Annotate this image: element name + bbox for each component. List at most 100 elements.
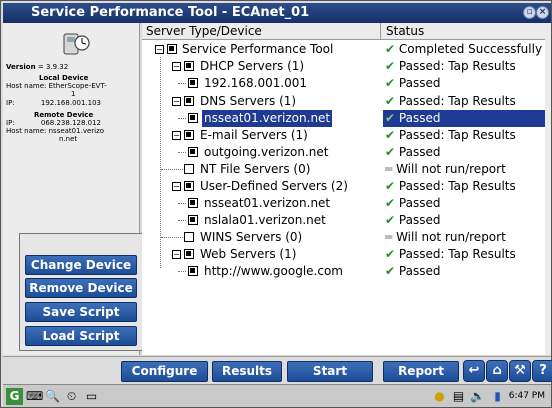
collapse-icon[interactable]: − (155, 45, 164, 54)
table-row[interactable]: − User-Defined Servers (2) ✔ Passed: Tap… (142, 178, 545, 195)
device-clock-small-icon[interactable]: ⏲ (63, 388, 80, 405)
dash-icon: ═ (385, 162, 393, 176)
app-window: Service Performance Tool - ECAnet_01 ▫ ×… (0, 0, 552, 408)
row-name: nsseat01.verizon.net (204, 196, 331, 210)
table-scrollbar[interactable] (545, 23, 551, 355)
row-checkbox[interactable] (184, 96, 194, 106)
remote-ip-value: 068.238.128.012 (40, 119, 102, 127)
row-checkbox[interactable] (184, 181, 194, 191)
remote-host-value: nsseat01.verizo (48, 127, 105, 135)
table-header: Server Type/Device Status (142, 23, 545, 40)
server-tree-table: Server Type/Device Status − Service Perf… (142, 23, 545, 355)
row-checkbox[interactable] (188, 198, 198, 208)
table-row[interactable]: − DHCP Servers (1) ✔ Passed: Tap Results (142, 58, 545, 75)
row-status: ✔ Passed: Tap Results (385, 128, 516, 142)
magnifier-icon[interactable]: 🔍 (44, 388, 61, 405)
collapse-icon[interactable]: − (172, 131, 181, 140)
device-clock-icon (63, 33, 90, 55)
row-checkbox[interactable] (184, 61, 194, 71)
table-row-selected[interactable]: nsseat01.verizon.net ✔ Passed (142, 110, 545, 127)
table-row[interactable]: NT File Servers (0) ═ Will not run/repor… (142, 161, 545, 178)
device-script-button-group: Change Device Remove Device Save Script … (19, 233, 143, 351)
minimize-icon[interactable]: ▫ (523, 6, 536, 19)
row-status: ✔ Passed (385, 196, 441, 210)
bottom-toolbar: Configure Results Start Report ↩ ⌂ ⚒ ? (3, 356, 552, 383)
load-script-button[interactable]: Load Script (25, 326, 137, 346)
table-row[interactable]: − E-mail Servers (1) ✔ Passed: Tap Resul… (142, 127, 545, 144)
row-name: DNS Servers (1) (200, 94, 297, 108)
column-header-status[interactable]: Status (383, 23, 424, 39)
row-checkbox[interactable] (188, 147, 198, 157)
save-script-button[interactable]: Save Script (25, 302, 137, 322)
local-host-value-cont: 1 (71, 90, 76, 98)
battery-icon: ▮ (494, 389, 501, 403)
checkmark-icon: ✔ (385, 264, 396, 278)
window-icon[interactable]: ▭ (83, 388, 100, 405)
row-checkbox[interactable] (184, 164, 194, 174)
configure-button[interactable]: Configure (121, 361, 208, 382)
row-status: ✔ Passed (385, 145, 441, 159)
help-button[interactable]: ? (532, 360, 552, 382)
checkmark-icon: ✔ (385, 76, 396, 90)
dash-icon: ═ (385, 230, 393, 244)
remote-ip-label: IP: (6, 119, 15, 127)
checkmark-icon: ✔ (385, 179, 396, 193)
table-row[interactable]: nsseat01.verizon.net ✔ Passed (142, 195, 545, 212)
row-name: 192.168.001.001 (204, 76, 308, 90)
row-name: E-mail Servers (1) (200, 128, 308, 142)
row-checkbox[interactable] (188, 215, 198, 225)
home-icon[interactable]: ⌂ (486, 360, 508, 382)
row-checkbox[interactable] (188, 113, 198, 123)
row-checkbox[interactable] (188, 78, 198, 88)
table-row[interactable]: − Service Performance Tool ✔ Completed S… (142, 41, 545, 58)
table-row[interactable]: outgoing.verizon.net ✔ Passed (142, 144, 545, 161)
collapse-icon[interactable]: − (172, 250, 181, 259)
column-header-server-type[interactable]: Server Type/Device (143, 23, 381, 40)
checkmark-icon: ✔ (385, 128, 396, 142)
row-name: WINS Servers (0) (200, 230, 303, 244)
close-icon[interactable]: × (536, 6, 549, 19)
row-status: ✔ Passed: Tap Results (385, 94, 516, 108)
row-status: ✔ Passed: Tap Results (385, 247, 516, 261)
row-status: ✔ Passed (385, 213, 441, 227)
row-name: User-Defined Servers (2) (200, 179, 348, 193)
row-checkbox[interactable] (167, 44, 177, 54)
speaker-icon[interactable]: 🔈 (469, 388, 486, 405)
checkmark-icon: ✔ (385, 42, 396, 56)
row-status: ✔ Passed (385, 76, 441, 90)
row-checkbox[interactable] (188, 266, 198, 276)
tools-icon[interactable]: ⚒ (509, 360, 531, 382)
keyboard-icon[interactable]: ⌨ (26, 388, 43, 405)
table-row[interactable]: 192.168.001.001 ✔ Passed (142, 75, 545, 92)
back-arrow-icon[interactable]: ↩ (463, 360, 485, 382)
start-button[interactable]: Start (287, 361, 373, 382)
table-row[interactable]: WINS Servers (0) ═ Will not run/report (142, 229, 545, 246)
remote-host-value-cont: n.net (59, 135, 78, 143)
checkmark-icon: ✔ (385, 247, 396, 261)
collapse-icon[interactable]: − (172, 62, 181, 71)
taskbar: G ⌨ 🔍 ⏲ ▭ ● ▤ 🔈 ▮ 6:47 PM (3, 384, 551, 407)
change-device-button[interactable]: Change Device (25, 255, 137, 275)
row-name: Web Servers (1) (200, 247, 297, 261)
report-button[interactable]: Report (383, 361, 459, 382)
checkmark-icon: ✔ (385, 196, 396, 210)
row-checkbox[interactable] (184, 130, 194, 140)
table-row[interactable]: − Web Servers (1) ✔ Passed: Tap Results (142, 246, 545, 263)
table-row[interactable]: − DNS Servers (1) ✔ Passed: Tap Results (142, 93, 545, 110)
row-checkbox[interactable] (184, 232, 194, 242)
clipboard-icon[interactable]: ▤ (450, 388, 467, 405)
collapse-icon[interactable]: − (172, 182, 181, 191)
local-host-label: Host name: (6, 82, 47, 90)
row-checkbox[interactable] (184, 249, 194, 259)
remove-device-button[interactable]: Remove Device (25, 278, 137, 298)
results-button[interactable]: Results (212, 361, 282, 382)
version-label: Version (6, 63, 36, 71)
start-menu-icon[interactable]: G (6, 388, 23, 405)
row-status: ═ Will not run/report (385, 230, 506, 244)
table-row[interactable]: nslala01.verizon.net ✔ Passed (142, 212, 545, 229)
search-tray-icon[interactable]: ● (431, 388, 448, 405)
collapse-icon[interactable]: − (172, 97, 181, 106)
row-name: NT File Servers (0) (200, 162, 311, 176)
local-host-value: EtherScope-EVT- (48, 82, 107, 90)
table-row[interactable]: http://www.google.com ✔ Passed (142, 263, 545, 280)
